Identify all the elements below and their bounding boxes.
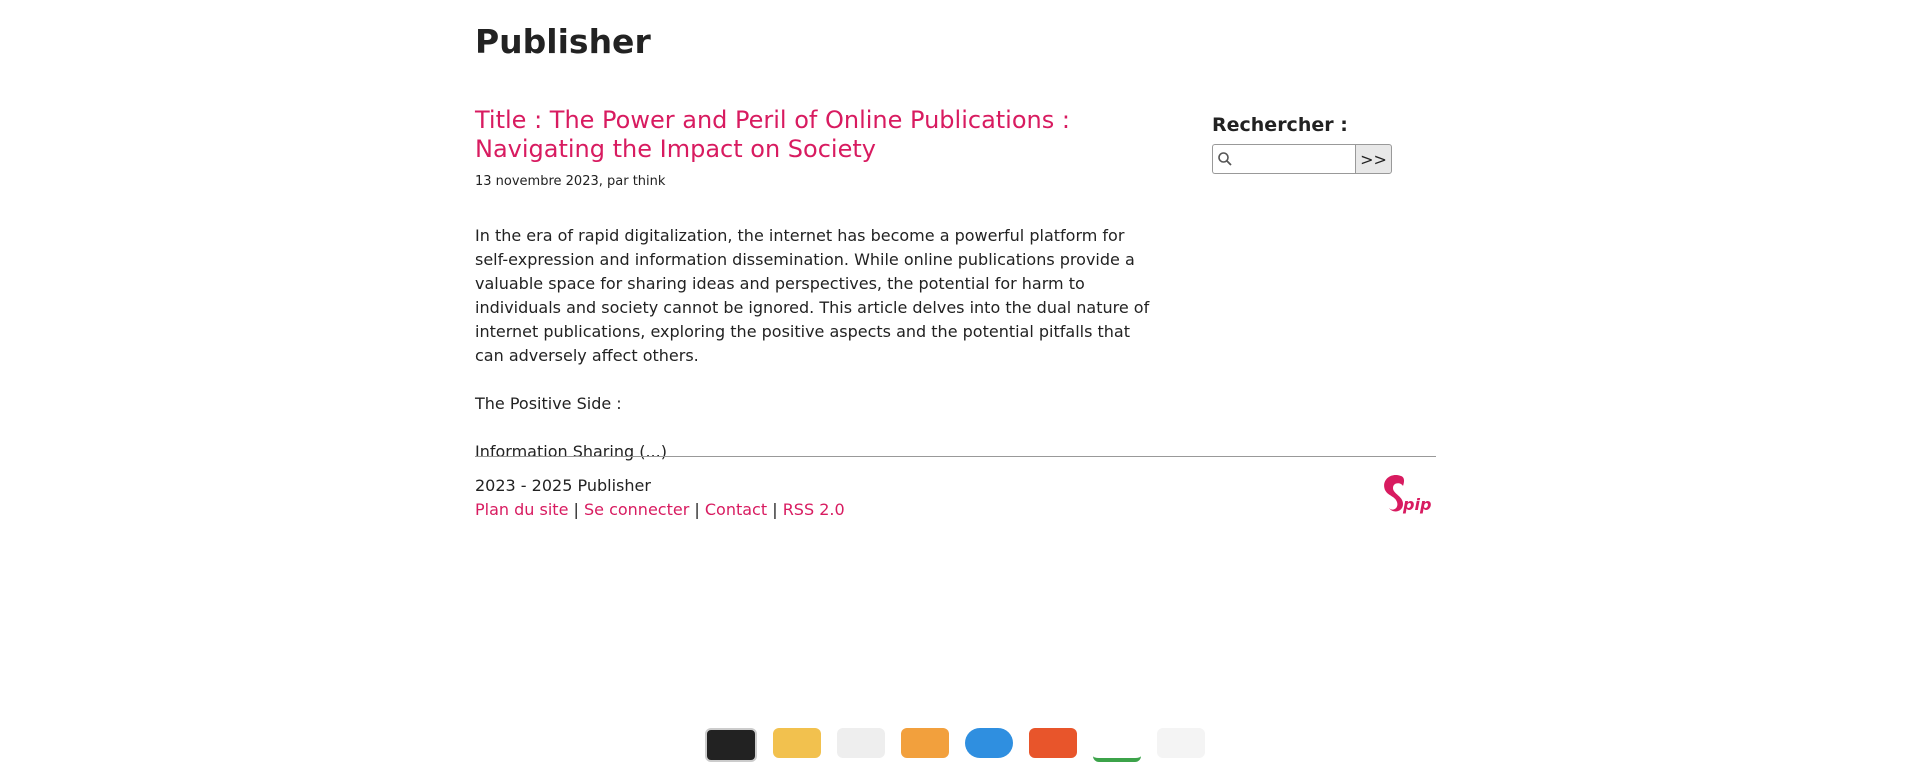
- footer-link-rss[interactable]: RSS 2.0: [783, 500, 845, 519]
- footer-link-plan-du-site[interactable]: Plan du site: [475, 500, 568, 519]
- search-label: Rechercher :: [1212, 114, 1348, 136]
- article-summary: Title : The Power and Peril of Online Pu…: [475, 106, 1155, 488]
- footer-separator: |: [772, 500, 778, 519]
- footer-divider: [475, 456, 1436, 457]
- text-editor-icon[interactable]: [837, 728, 885, 758]
- spip-logo[interactable]: pip: [1379, 472, 1435, 516]
- footer-copyright: 2023 - 2025 Publisher: [475, 476, 651, 495]
- feather-icon[interactable]: [1093, 728, 1141, 762]
- site-title[interactable]: Publisher: [475, 22, 651, 62]
- folder-icon[interactable]: [773, 728, 821, 758]
- search-input[interactable]: [1233, 147, 1355, 173]
- search-form: Rechercher : >>: [1212, 114, 1392, 174]
- article-excerpt-more: Information Sharing (...): [475, 442, 667, 461]
- package-icon[interactable]: [1029, 728, 1077, 758]
- article-excerpt-paragraph: In the era of rapid digitalization, the …: [475, 226, 1150, 365]
- article-title-link[interactable]: Title : The Power and Peril of Online Pu…: [475, 106, 1155, 164]
- article-info: 13 novembre 2023, par think: [475, 174, 666, 189]
- footer-link-contact[interactable]: Contact: [705, 500, 767, 519]
- search-submit-button[interactable]: >>: [1355, 144, 1392, 174]
- files-icon[interactable]: [901, 728, 949, 758]
- search-icon: [1218, 152, 1232, 166]
- article-excerpt-heading: The Positive Side :: [475, 394, 622, 413]
- apps-icon[interactable]: [1157, 728, 1205, 758]
- svg-text:pip: pip: [1402, 495, 1431, 514]
- footer-link-se-connecter[interactable]: Se connecter: [584, 500, 689, 519]
- taskbar-dock: [705, 728, 1205, 762]
- footer-links: Plan du site | Se connecter | Contact | …: [475, 498, 845, 522]
- search-row: >>: [1212, 144, 1392, 174]
- footer-separator: |: [694, 500, 700, 519]
- article-excerpt: In the era of rapid digitalization, the …: [475, 200, 1155, 488]
- browser-icon[interactable]: [965, 728, 1013, 758]
- terminal-icon[interactable]: [705, 728, 757, 762]
- footer-separator: |: [573, 500, 579, 519]
- search-field[interactable]: [1212, 144, 1355, 174]
